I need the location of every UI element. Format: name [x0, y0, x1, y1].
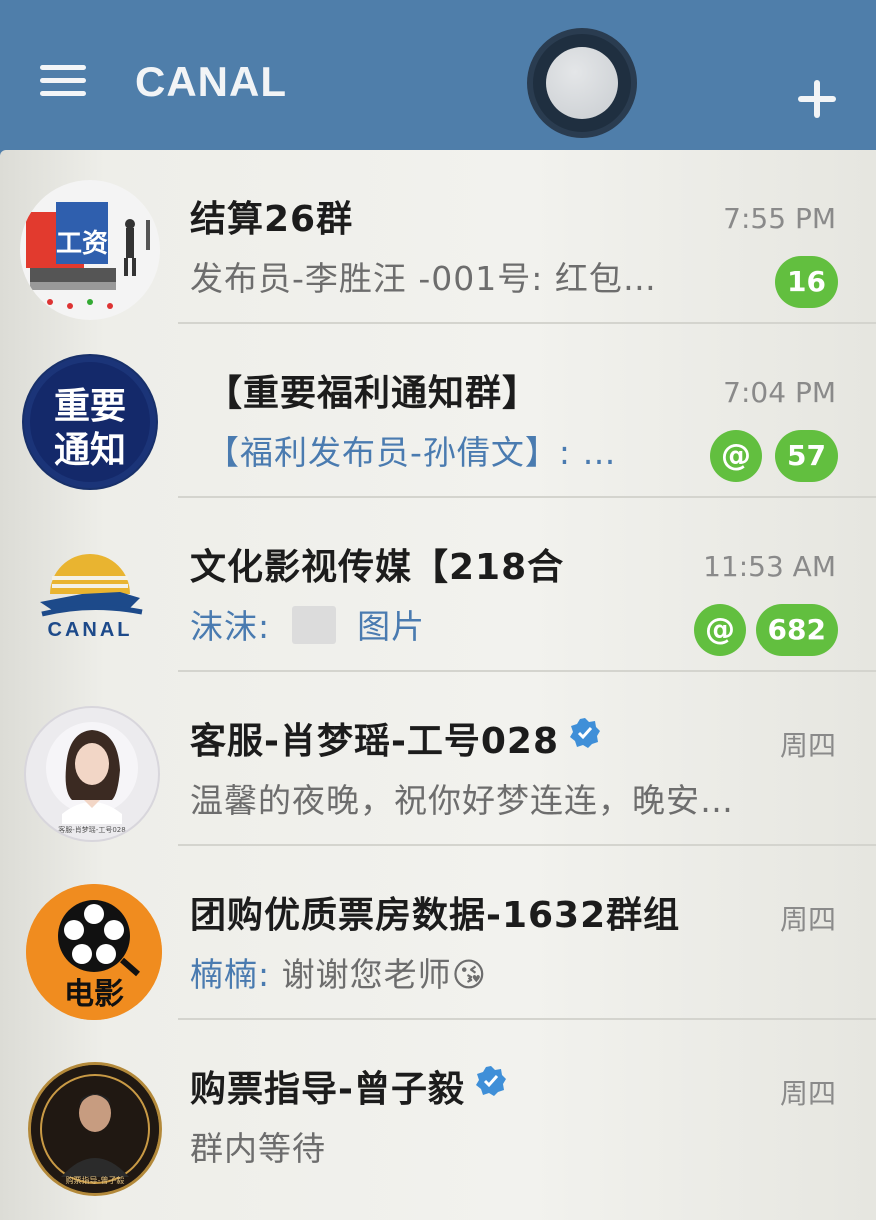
new-chat-plus-icon[interactable]: [796, 78, 838, 120]
chat-title: 购票指导-曾子毅: [190, 1060, 507, 1112]
menu-icon[interactable]: [38, 62, 88, 98]
chat-time: 周四: [779, 903, 836, 936]
avatar: 电影: [26, 884, 162, 1020]
chat-time: 周四: [779, 729, 836, 762]
chat-time: 7:55 PM: [723, 202, 836, 235]
avatar: 工资: [20, 180, 160, 320]
avatar-text: CANAL: [48, 619, 133, 641]
avatar: 客服-肖梦瑶-工号028: [24, 706, 160, 842]
unread-count-badge: 682: [755, 604, 838, 656]
app-header: CANAL: [0, 0, 876, 160]
chat-preview: 【福利发布员-孙倩文】: …: [206, 433, 617, 472]
chat-title: 结算26群: [190, 199, 354, 240]
chat-row-welfare-notice-group[interactable]: 重要 通知 【重要福利通知群】 7:04 PM 【福利发布员-孙倩文】: … @…: [0, 324, 876, 498]
chat-title-text: 购票指导-曾子毅: [190, 1069, 465, 1110]
chat-title: 【重要福利通知群】: [206, 373, 540, 414]
chat-list: 工资 结算26群 7:55 PM 发布员-李胜汪 -001号: 红包… 16 重…: [0, 150, 876, 1220]
unread-count-badge: 57: [775, 430, 838, 482]
chat-row-customer-service[interactable]: 客服-肖梦瑶-工号028 客服-肖梦瑶-工号028 周四 温馨的夜晚，祝你好梦连…: [0, 672, 876, 846]
chat-row-settlement-group[interactable]: 工资 结算26群 7:55 PM 发布员-李胜汪 -001号: 红包… 16: [0, 150, 876, 324]
chat-title-text: 客服-肖梦瑶-工号028: [190, 721, 560, 762]
preview-text: 谢谢您老师: [281, 955, 452, 994]
avatar-text-line1: 重要: [54, 386, 126, 427]
avatar: CANAL: [22, 528, 158, 664]
avatar-caption: 客服-肖梦瑶-工号028: [58, 825, 125, 834]
chat-row-ticket-guide[interactable]: 购票指导-曾子毅 购票指导-曾子毅 周四 群内等待: [0, 1020, 876, 1220]
preview-sender: 楠楠:: [190, 955, 271, 994]
chat-time: 11:53 AM: [703, 550, 836, 583]
avatar-text: 工资: [56, 229, 108, 259]
chat-time: 7:04 PM: [723, 376, 836, 409]
avatar-text-line2: 通知: [54, 430, 126, 471]
chat-row-box-office-group[interactable]: 电影 团购优质票房数据-1632群组 周四 楠楠: 谢谢您老师😘: [0, 846, 876, 1020]
chat-row-culture-media-group[interactable]: CANAL 文化影视传媒【218合 11:53 AM 沫沫: 图片 @ 682: [0, 498, 876, 672]
avatar: 购票指导-曾子毅: [28, 1062, 162, 1196]
chat-preview: 群内等待: [190, 1129, 326, 1168]
avatar: 重要 通知: [22, 354, 158, 490]
preview-sender: 沫沫:: [190, 607, 271, 646]
chat-preview: 楠楠: 谢谢您老师😘: [190, 948, 487, 996]
chat-title: 团购优质票房数据-1632群组: [190, 895, 681, 936]
chat-preview: 沫沫: 图片: [190, 600, 425, 648]
chat-title: 客服-肖梦瑶-工号028: [190, 712, 601, 764]
avatar-text: 电影: [64, 977, 124, 1012]
image-thumbnail-icon: [291, 606, 336, 644]
mention-at-badge: @: [710, 430, 762, 482]
unread-count-badge: 16: [775, 256, 838, 308]
chat-preview: 发布员-李胜汪 -001号: 红包…: [190, 259, 657, 298]
mention-at-badge: @: [694, 604, 746, 656]
chat-title: 文化影视传媒【218合: [190, 547, 565, 588]
verified-icon: [475, 1066, 506, 1096]
preview-text: 图片: [357, 607, 426, 646]
front-camera-cutout: [527, 28, 637, 138]
avatar-caption: 购票指导-曾子毅: [66, 1175, 125, 1185]
app-title: CANAL: [135, 58, 287, 105]
verified-icon: [570, 718, 601, 748]
chat-preview: 温馨的夜晚，祝你好梦连连，晚安…: [190, 781, 734, 820]
chat-time: 周四: [779, 1077, 836, 1110]
kiss-emoji-icon: 😘: [451, 955, 488, 994]
